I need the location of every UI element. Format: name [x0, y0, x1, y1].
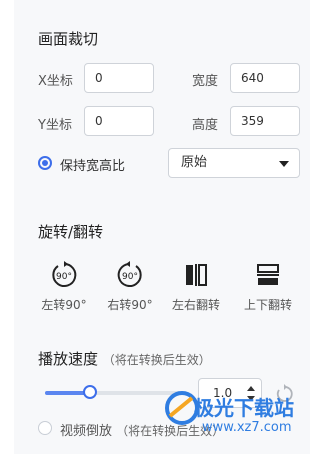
y-coordinate-input[interactable]: 0	[84, 106, 154, 136]
width-input[interactable]: 640	[230, 63, 300, 93]
rotate-left-90-icon: 90°	[52, 261, 77, 287]
flip-horizontal-icon	[186, 264, 207, 286]
speed-note: （将在转换后生效）	[102, 353, 211, 367]
flip-vertical-icon	[257, 264, 279, 285]
height-input[interactable]: 359	[230, 106, 300, 136]
y-coordinate-label: Y坐标	[38, 118, 72, 133]
flip-horizontal-button[interactable]: 左右翻转	[164, 260, 228, 313]
keep-ratio-radio[interactable]	[38, 156, 52, 170]
rotate-left-label: 左转90°	[41, 298, 87, 312]
ratio-select[interactable]: 原始	[168, 148, 300, 178]
watermark: 极光下载站 www.xz7.com	[140, 380, 310, 454]
flip-vertical-button[interactable]: 上下翻转	[236, 260, 300, 313]
rotate-right-label: 右转90°	[107, 298, 153, 312]
watermark-title: 极光下载站	[194, 396, 294, 420]
rotate-right-90-icon: 90°	[117, 261, 142, 287]
speed-title: 播放速度	[38, 350, 99, 368]
width-label: 宽度	[192, 74, 219, 89]
ratio-select-value: 原始	[181, 155, 208, 170]
keep-ratio-label[interactable]: 保持宽高比	[60, 155, 125, 174]
crop-section-title: 画面裁切	[38, 30, 99, 48]
flip-vertical-label: 上下翻转	[243, 298, 292, 312]
chevron-down-icon	[279, 161, 289, 167]
reverse-text: 视频倒放	[60, 424, 113, 439]
svg-text:90°: 90°	[122, 272, 138, 282]
rotate-left-button[interactable]: 90° 左转90°	[32, 260, 96, 313]
svg-text:90°: 90°	[56, 272, 72, 282]
speed-section-title: 播放速度 （将在转换后生效）	[38, 348, 211, 369]
reverse-radio[interactable]	[38, 421, 52, 435]
speed-slider-thumb[interactable]	[83, 385, 97, 399]
flip-horizontal-label: 左右翻转	[171, 298, 220, 312]
x-coordinate-label: X坐标	[38, 74, 73, 89]
rotate-right-button[interactable]: 90° 右转90°	[98, 260, 162, 313]
watermark-url: www.xz7.com	[202, 420, 292, 435]
x-coordinate-input[interactable]: 0	[84, 63, 154, 93]
height-label: 高度	[192, 118, 219, 133]
rotate-section-title: 旋转/翻转	[38, 223, 104, 241]
